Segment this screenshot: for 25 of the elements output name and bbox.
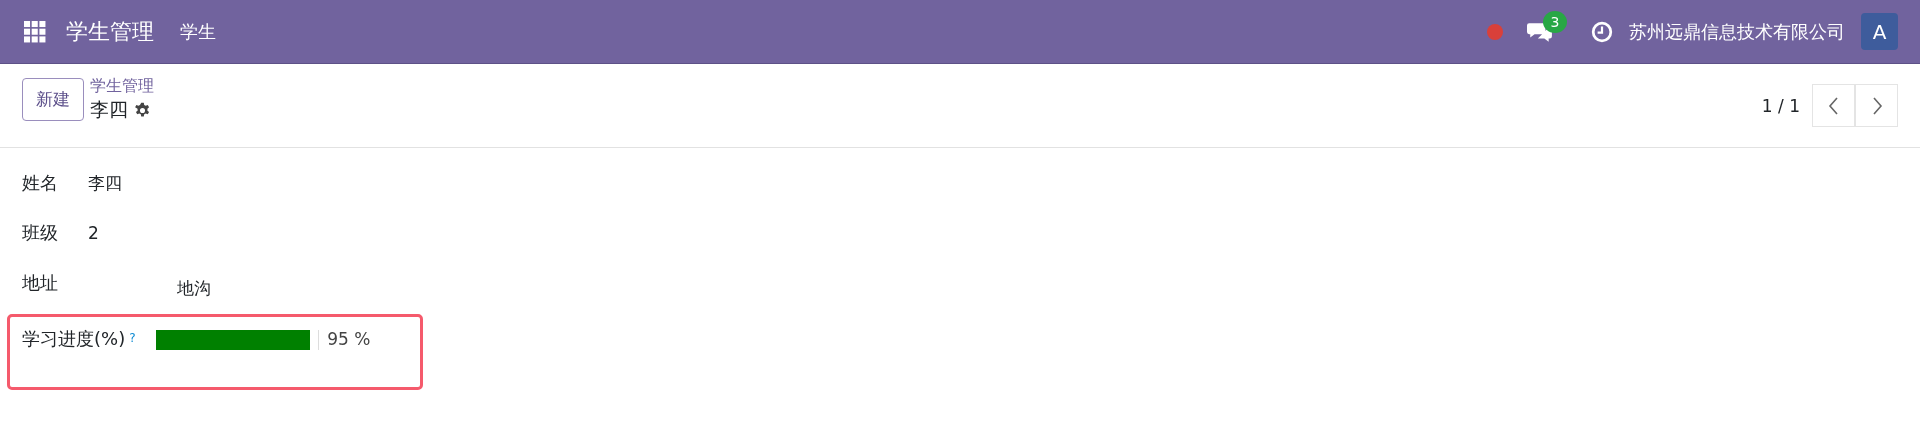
clock-icon[interactable] <box>1591 20 1613 43</box>
field-label: 学习进度(%) <box>22 327 126 351</box>
progress-value: 95 % <box>327 329 371 349</box>
settings-icon[interactable] <box>134 101 151 119</box>
help-tooltip[interactable]: ? <box>129 331 157 345</box>
chevron-left-icon <box>1827 95 1840 116</box>
field-value: 2 <box>88 223 99 243</box>
field-value: 地沟 <box>177 276 211 300</box>
apps-menu-icon[interactable] <box>24 20 46 43</box>
field-value: 李四 <box>88 171 122 195</box>
field-label: 地址 <box>22 271 59 295</box>
chat-icon[interactable] <box>1527 20 1553 43</box>
field-label: 姓名 <box>22 171 59 195</box>
field-label: 班级 <box>22 221 59 245</box>
pager-counter: 1 / 1 <box>1761 95 1800 116</box>
status-dot[interactable] <box>1487 23 1503 40</box>
user-avatar[interactable]: A <box>1861 13 1898 50</box>
chevron-right-icon <box>1870 95 1883 116</box>
app-title[interactable]: 学生管理 <box>66 16 154 47</box>
new-button[interactable]: 新建 <box>22 78 84 121</box>
breadcrumb-link[interactable]: 学生管理 <box>90 76 154 97</box>
message-count-badge: 3 <box>1543 10 1567 33</box>
menu-item[interactable]: 学生 <box>180 19 216 44</box>
company-name[interactable]: 苏州远鼎信息技术有限公司 <box>1629 19 1845 44</box>
record-title: 李四 <box>90 97 128 122</box>
